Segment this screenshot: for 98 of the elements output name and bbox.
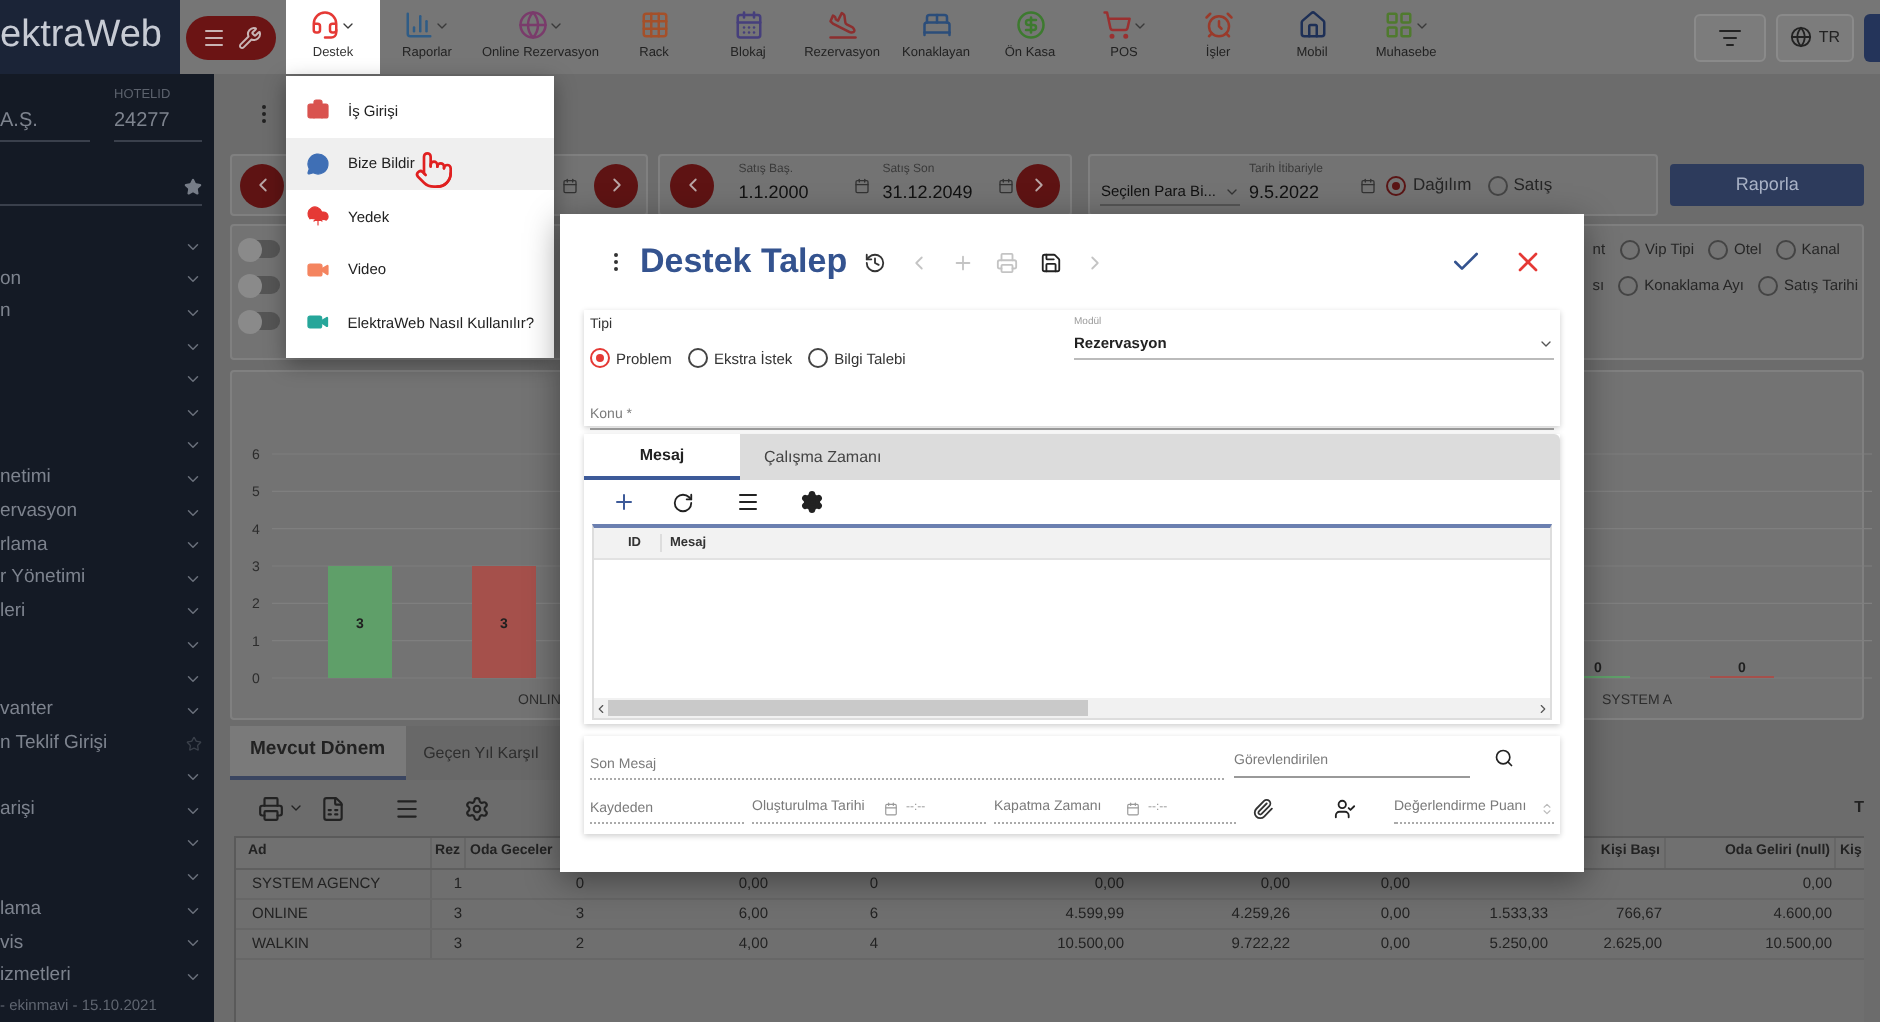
date-field[interactable]: 31.12.2049 bbox=[882, 180, 999, 208]
video-camera-icon bbox=[306, 257, 330, 282]
tab[interactable]: Geçen Yıl Karşıl bbox=[405, 726, 562, 780]
briefcase-icon bbox=[306, 98, 330, 123]
dollar-icon bbox=[1015, 10, 1046, 41]
calendar-icon bbox=[1126, 801, 1140, 815]
search-icon[interactable] bbox=[1494, 748, 1514, 768]
bed-icon bbox=[921, 10, 952, 41]
next-button[interactable] bbox=[594, 163, 639, 207]
calendar-icon[interactable] bbox=[854, 177, 871, 193]
calendar-icon[interactable] bbox=[998, 177, 1015, 193]
filter-button[interactable] bbox=[1694, 13, 1767, 61]
radio-button[interactable] bbox=[1708, 239, 1729, 260]
nav-item[interactable]: leri bbox=[0, 595, 214, 629]
tab[interactable]: Mevcut Dönem bbox=[230, 726, 406, 780]
caret-icon bbox=[1538, 336, 1554, 352]
history-icon[interactable] bbox=[863, 251, 886, 273]
radio-button[interactable] bbox=[1775, 239, 1796, 260]
scrollbar-thumb[interactable] bbox=[608, 700, 1088, 716]
calendar-icon bbox=[884, 801, 898, 815]
radio-button[interactable] bbox=[808, 348, 829, 369]
plane-icon bbox=[827, 10, 858, 41]
radio-button[interactable] bbox=[1487, 175, 1508, 195]
calendar-icon bbox=[733, 10, 764, 41]
home-icon bbox=[1297, 10, 1328, 41]
nav-item[interactable]: n bbox=[0, 296, 214, 330]
radio-button[interactable] bbox=[1618, 275, 1639, 296]
tab[interactable]: Çalışma Zamanı bbox=[740, 434, 906, 480]
excel-icon[interactable] bbox=[320, 795, 346, 821]
toolbar-text: T bbox=[1854, 796, 1864, 820]
nav-item[interactable]: arişi bbox=[0, 794, 214, 828]
menu-icon[interactable] bbox=[201, 25, 225, 49]
menu-icon[interactable] bbox=[736, 490, 760, 514]
grid-icon bbox=[639, 10, 670, 41]
wrench-icon[interactable] bbox=[237, 25, 261, 49]
hand-pointer-icon bbox=[414, 149, 454, 189]
save-icon[interactable] bbox=[1039, 251, 1062, 273]
cloud-upload-icon bbox=[306, 204, 330, 229]
radio-button[interactable] bbox=[1619, 239, 1640, 260]
nav-item[interactable]: vis bbox=[0, 926, 214, 961]
nav-item[interactable]: netimi bbox=[0, 462, 214, 496]
star-icon bbox=[184, 178, 202, 196]
alarm-clock-icon bbox=[1203, 10, 1234, 41]
nav-item[interactable]: lama bbox=[0, 893, 214, 927]
paperclip-icon[interactable] bbox=[1252, 798, 1274, 820]
grid-icon bbox=[1383, 10, 1414, 41]
nav-item[interactable]: n Teklif Girişi bbox=[0, 727, 214, 761]
filter-icon bbox=[1718, 25, 1743, 49]
globe-icon bbox=[1790, 26, 1813, 48]
nav-item[interactable]: ervasyon bbox=[0, 495, 214, 529]
calendar-icon[interactable] bbox=[562, 177, 579, 193]
globe-icon bbox=[517, 10, 548, 41]
nav-item[interactable]: rlama bbox=[0, 528, 214, 562]
hotel-id-field: 24277 bbox=[114, 106, 202, 142]
nav-item[interactable]: on bbox=[0, 263, 214, 297]
nav-item[interactable]: r Yönetimi bbox=[0, 561, 214, 596]
radio-button[interactable] bbox=[590, 348, 610, 369]
nav-item[interactable]: izmetleri bbox=[0, 960, 214, 994]
date-field[interactable]: 9.5.2022 bbox=[1248, 180, 1361, 208]
cart-icon bbox=[1101, 10, 1132, 41]
company-field: A.Ş. bbox=[0, 106, 90, 142]
user-check-icon[interactable] bbox=[1334, 798, 1356, 820]
radio-button[interactable] bbox=[687, 348, 708, 369]
toggle-switch[interactable] bbox=[242, 240, 280, 258]
headset-icon bbox=[310, 10, 340, 41]
radio-button[interactable] bbox=[1386, 175, 1407, 195]
radio-label: Dağılım bbox=[1412, 172, 1472, 198]
star-icon bbox=[186, 736, 202, 753]
chat-icon bbox=[306, 151, 330, 176]
spinner-icon bbox=[1540, 801, 1554, 815]
printer-icon[interactable] bbox=[258, 795, 284, 821]
radio-button[interactable] bbox=[1758, 275, 1779, 296]
logo-text: ektraWeb bbox=[0, 12, 162, 61]
caret-icon bbox=[1224, 184, 1241, 200]
nav-item[interactable]: vanter bbox=[0, 694, 214, 728]
report-button[interactable]: Raporla bbox=[1670, 164, 1864, 206]
scroll-right-icon[interactable] bbox=[1536, 701, 1550, 715]
radio-label: Satış bbox=[1513, 172, 1553, 198]
settings-icon[interactable] bbox=[800, 490, 824, 514]
bar bbox=[472, 566, 536, 678]
square-button[interactable] bbox=[1864, 13, 1880, 61]
video-camera-icon bbox=[306, 310, 330, 335]
previous-button[interactable] bbox=[670, 163, 715, 207]
language-button[interactable]: TR bbox=[1776, 13, 1854, 61]
tab[interactable]: Mesaj bbox=[584, 434, 740, 480]
toggle-switch[interactable] bbox=[242, 312, 280, 330]
next-button[interactable] bbox=[1016, 163, 1061, 207]
caret-icon[interactable] bbox=[288, 800, 304, 816]
calendar-icon[interactable] bbox=[1360, 177, 1377, 193]
toggle-switch[interactable] bbox=[242, 276, 280, 294]
date-field[interactable]: 1.1.2000 bbox=[738, 180, 855, 208]
bar-chart-icon bbox=[404, 10, 434, 41]
plus-icon[interactable] bbox=[612, 490, 636, 514]
bar bbox=[328, 566, 392, 678]
refresh-icon[interactable] bbox=[672, 491, 694, 513]
previous-button[interactable] bbox=[240, 163, 284, 207]
scroll-left-icon[interactable] bbox=[594, 701, 608, 715]
dialog-title: Destek Talep bbox=[640, 240, 848, 285]
